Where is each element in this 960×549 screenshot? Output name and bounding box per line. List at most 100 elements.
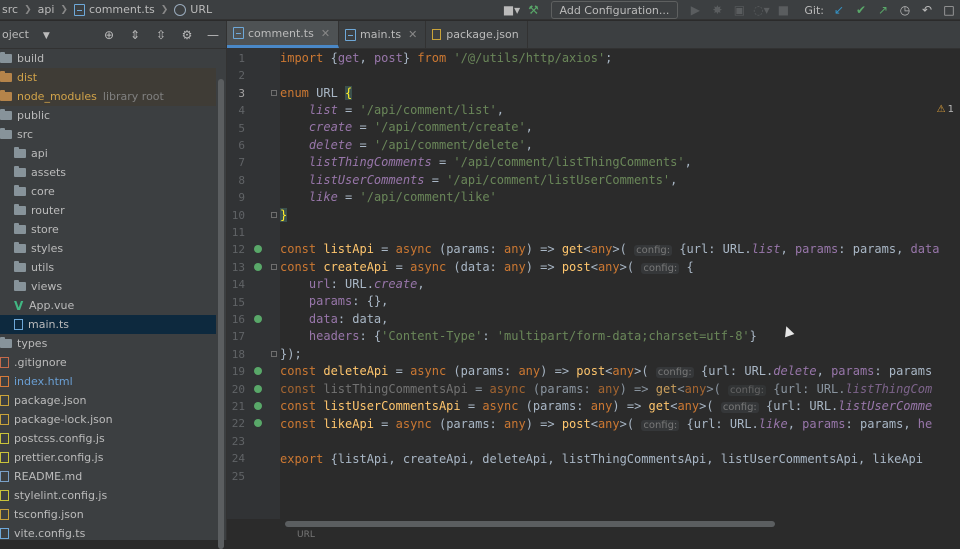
tree-item[interactable]: prettier.config.js xyxy=(0,448,216,467)
tree-item[interactable]: store xyxy=(0,220,216,239)
line-number: 13 xyxy=(227,259,245,276)
fold-icon[interactable] xyxy=(271,264,277,270)
expand-all-icon[interactable]: ⇕ xyxy=(122,25,148,45)
tree-item[interactable]: build xyxy=(0,49,216,68)
tree-item-label: dist xyxy=(17,71,37,84)
tree-item[interactable]: assets xyxy=(0,163,216,182)
rollback-icon[interactable]: ↶ xyxy=(916,0,938,20)
git-push-icon[interactable]: ↗ xyxy=(872,0,894,20)
tree-item-label: package-lock.json xyxy=(14,413,113,426)
coverage-icon[interactable]: ▣ xyxy=(728,0,750,20)
tree-item[interactable]: public xyxy=(0,106,216,125)
tree-item[interactable]: postcss.config.js xyxy=(0,429,216,448)
tree-item[interactable]: node_moduleslibrary root xyxy=(0,87,216,106)
implementation-marker-icon[interactable] xyxy=(254,367,262,375)
enum-icon xyxy=(174,4,186,16)
collapse-all-icon[interactable]: ⇳ xyxy=(148,25,174,45)
line-number: 12 xyxy=(227,241,245,258)
tree-item-label: build xyxy=(17,52,44,65)
html-file-icon xyxy=(0,376,9,387)
history-icon[interactable]: ◷ xyxy=(894,0,916,20)
git-update-icon[interactable]: ↙ xyxy=(828,0,850,20)
project-scrollbar[interactable] xyxy=(216,49,226,540)
breadcrumb-item[interactable]: comment.ts xyxy=(72,3,157,16)
breadcrumb-src: src xyxy=(2,3,18,16)
tree-item[interactable]: .gitignore xyxy=(0,353,216,372)
close-icon[interactable]: ✕ xyxy=(321,27,330,40)
tree-item[interactable]: api xyxy=(0,144,216,163)
line-number-gutter[interactable]: 1234567891011121314151617181920212223242… xyxy=(227,49,280,519)
tree-item[interactable]: utils xyxy=(0,258,216,277)
fold-icon[interactable] xyxy=(271,212,277,218)
tree-item-label: .gitignore xyxy=(14,356,67,369)
add-configuration-button[interactable]: Add Configuration... xyxy=(551,1,679,19)
code-line: const listApi = async (params: any) => g… xyxy=(280,241,939,258)
tree-item[interactable]: VApp.vue xyxy=(0,296,216,315)
gear-icon[interactable]: ⚙ xyxy=(174,25,200,45)
user-icon[interactable]: ■▾ xyxy=(501,0,523,20)
minimize-icon[interactable]: — xyxy=(200,25,226,45)
build-hammer-icon[interactable]: ⚒ xyxy=(523,0,545,20)
code-line: const createApi = async (data: any) => p… xyxy=(280,259,694,276)
tree-item-label: index.html xyxy=(14,375,73,388)
implementation-marker-icon[interactable] xyxy=(254,419,262,427)
close-icon[interactable]: ✕ xyxy=(408,28,417,41)
tree-item-label: views xyxy=(31,280,62,293)
code-line: like = '/api/comment/like' xyxy=(280,189,497,206)
project-view-selector[interactable]: oject▼ xyxy=(0,28,50,41)
fold-icon[interactable] xyxy=(271,90,277,96)
tree-item[interactable]: core xyxy=(0,182,216,201)
layout-icon[interactable]: □ xyxy=(938,0,960,20)
tree-item[interactable]: router xyxy=(0,201,216,220)
breadcrumb-symbol: URL xyxy=(190,3,212,16)
implementation-marker-icon[interactable] xyxy=(254,315,262,323)
git-commit-icon[interactable]: ✔ xyxy=(850,0,872,20)
implementation-marker-icon[interactable] xyxy=(254,385,262,393)
tree-item[interactable]: package-lock.json xyxy=(0,410,216,429)
tab-package-json[interactable]: package.json xyxy=(426,21,527,48)
breadcrumb-item[interactable]: api xyxy=(36,3,57,16)
scrollbar-thumb[interactable] xyxy=(285,521,775,527)
implementation-marker-icon[interactable] xyxy=(254,402,262,410)
tab-main-ts[interactable]: main.ts ✕ xyxy=(339,21,426,48)
breadcrumb-item[interactable]: src xyxy=(0,3,20,16)
tree-item[interactable]: stylelint.config.js xyxy=(0,486,216,505)
tree-item[interactable]: package.json xyxy=(0,391,216,410)
stop-icon[interactable]: ■ xyxy=(772,0,794,20)
run-icon[interactable]: ▶ xyxy=(684,0,706,20)
tree-item-label: types xyxy=(17,337,47,350)
tree-item[interactable]: types xyxy=(0,334,216,353)
fold-icon[interactable] xyxy=(271,351,277,357)
implementation-marker-icon[interactable] xyxy=(254,245,262,253)
line-number: 6 xyxy=(227,137,245,154)
locate-icon[interactable]: ⊕ xyxy=(96,25,122,45)
js-file-icon xyxy=(0,452,9,463)
tree-item[interactable]: src xyxy=(0,125,216,144)
tree-item[interactable]: tsconfig.json xyxy=(0,505,216,524)
folder-icon xyxy=(14,206,26,215)
scrollbar-thumb[interactable] xyxy=(218,79,224,549)
project-title: oject xyxy=(2,28,29,41)
breadcrumb-item[interactable]: URL xyxy=(172,3,214,16)
tab-comment-ts[interactable]: comment.ts ✕ xyxy=(227,21,339,48)
tree-item[interactable]: dist xyxy=(0,68,216,87)
folder-icon xyxy=(14,263,26,272)
implementation-marker-icon[interactable] xyxy=(254,263,262,271)
folder-icon xyxy=(0,73,12,82)
tree-item[interactable]: styles xyxy=(0,239,216,258)
chevron-right-icon: ❯ xyxy=(60,5,68,15)
tree-item[interactable]: README.md xyxy=(0,467,216,486)
chevron-right-icon: ❯ xyxy=(161,5,169,15)
tree-item[interactable]: index.html xyxy=(0,372,216,391)
tree-item[interactable]: main.ts xyxy=(0,315,216,334)
code-line: url: URL.create, xyxy=(280,276,425,293)
tree-item[interactable]: views xyxy=(0,277,216,296)
horizontal-scrollbar[interactable] xyxy=(285,518,960,528)
debug-icon[interactable]: ✸ xyxy=(706,0,728,20)
folder-icon xyxy=(14,168,26,177)
inspection-widget[interactable]: ⚠1 xyxy=(937,104,954,115)
profile-icon[interactable]: ◌▾ xyxy=(750,0,772,20)
code-editor[interactable]: import {get, post} from '/@/utils/http/a… xyxy=(280,49,960,519)
folder-icon xyxy=(14,187,26,196)
tree-item[interactable]: vite.config.ts xyxy=(0,524,216,540)
